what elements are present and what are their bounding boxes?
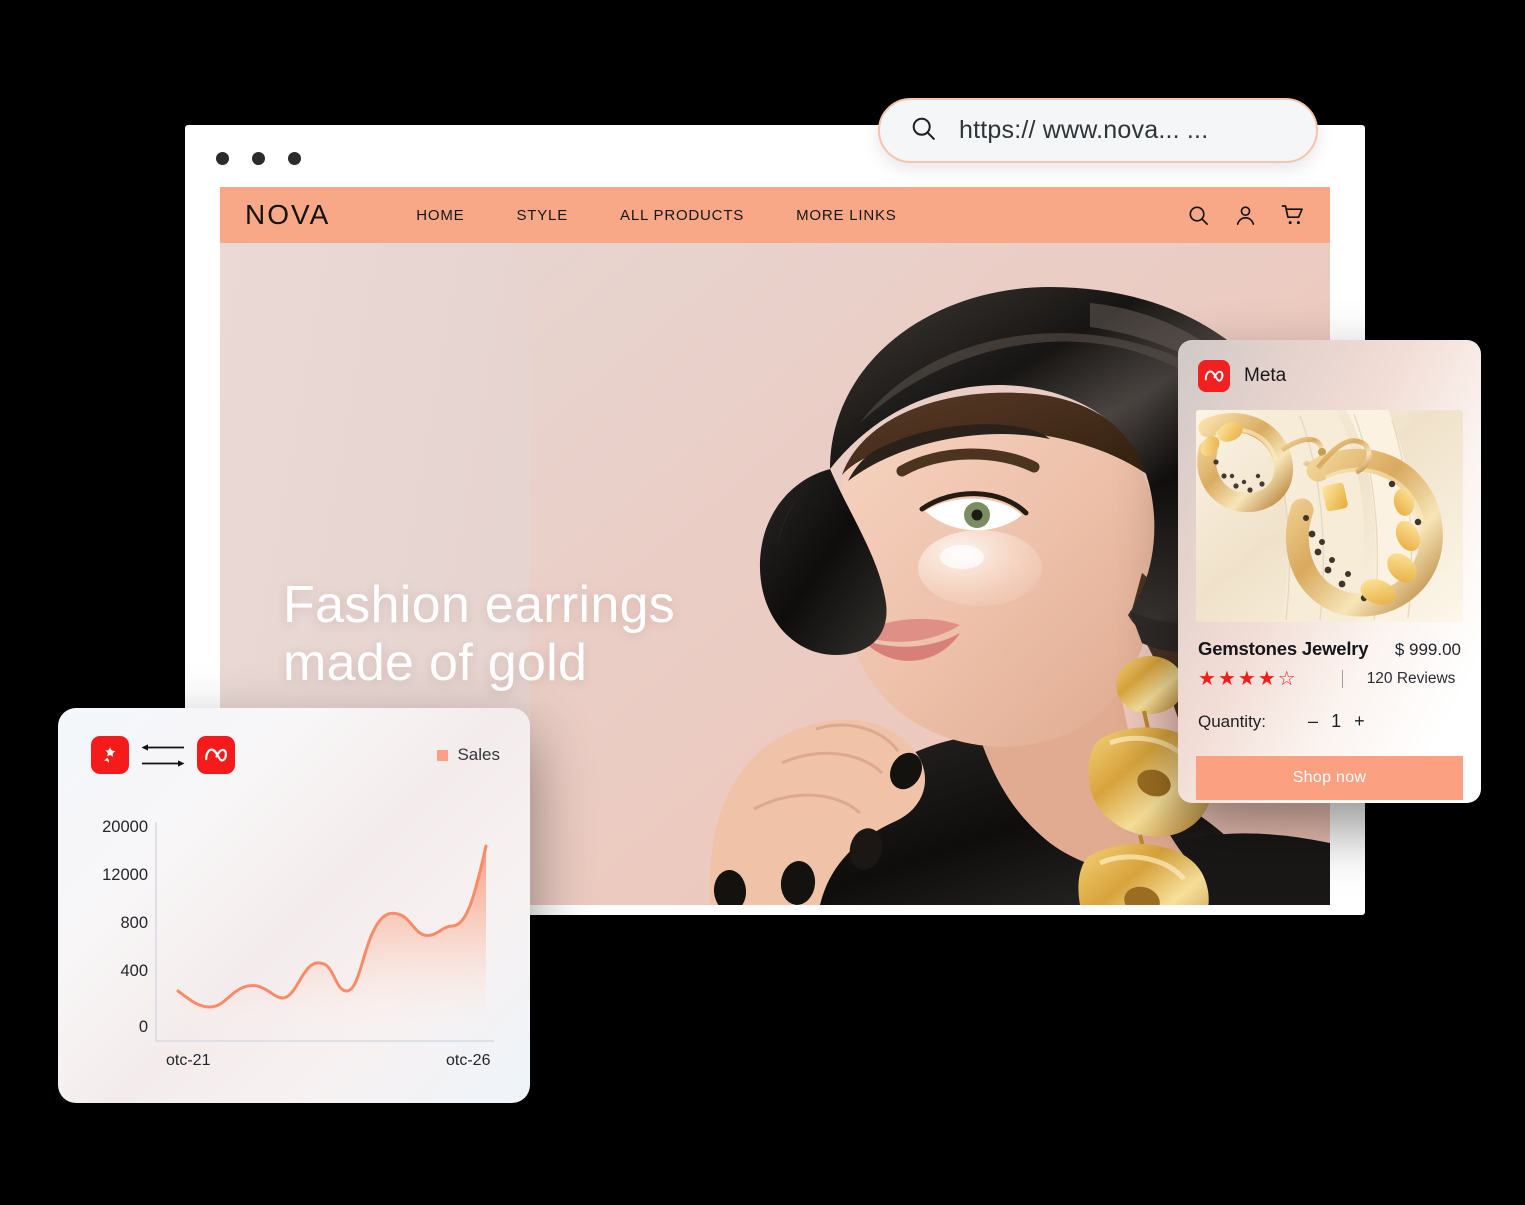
y-tick-label: 20000	[102, 818, 148, 836]
review-count[interactable]: 120 Reviews	[1367, 670, 1456, 688]
window-dot[interactable]	[252, 152, 265, 165]
hero-headline: Fashion earrings made of gold	[283, 576, 675, 692]
rating-divider	[1341, 670, 1343, 688]
cart-icon[interactable]	[1281, 203, 1305, 227]
meta-card-header: Meta	[1178, 340, 1481, 392]
area-fill	[178, 846, 486, 1041]
nav-item-home[interactable]: HOME	[390, 207, 490, 224]
x-tick-label: otc-26	[446, 1052, 491, 1069]
legend-swatch	[437, 749, 449, 761]
nav-item-more-links[interactable]: MORE LINKS	[770, 207, 923, 224]
y-tick-label: 12000	[102, 866, 148, 884]
arrow-left-icon	[141, 743, 184, 751]
product-title: Gemstones Jewelry	[1198, 638, 1369, 659]
legend-label-sales: Sales	[457, 745, 500, 764]
x-tick-label: otc-21	[166, 1052, 211, 1069]
star-rating: ★ ★ ★ ★ ☆	[1198, 669, 1296, 689]
shop-now-button[interactable]: Shop now	[1196, 756, 1463, 800]
quantity-row: Quantity: – 1 +	[1198, 711, 1461, 732]
url-input-value[interactable]: https:// www.nova... ...	[959, 116, 1208, 145]
product-rating-row: ★ ★ ★ ★ ☆ 120 Reviews	[1198, 669, 1461, 689]
nav-icon-group	[1187, 203, 1305, 227]
quantity-stepper[interactable]: – 1 +	[1308, 711, 1365, 732]
window-dot[interactable]	[288, 152, 301, 165]
search-icon[interactable]	[1187, 204, 1210, 227]
hero-headline-line1: Fashion earrings	[283, 576, 676, 634]
meta-source-label: Meta	[1244, 365, 1287, 386]
y-tick-label: 0	[138, 1018, 148, 1036]
window-dot[interactable]	[216, 152, 229, 165]
nav-item-all-products[interactable]: ALL PRODUCTS	[594, 207, 770, 224]
screenshot-stage: NOVA HOME STYLE ALL PRODUCTS MORE LINKS	[0, 0, 1525, 1205]
product-price: $ 999.00	[1394, 640, 1461, 659]
search-icon	[910, 115, 937, 147]
sync-arrows	[141, 743, 185, 768]
product-title-row: Gemstones Jewelry $ 999.00	[1198, 638, 1461, 660]
chart-card-header: Sales	[58, 708, 530, 774]
meta-product-card: Meta Gemstones Jewelry $ 999.00 ★ ★ ★ ★ …	[1178, 340, 1481, 803]
star-empty-icon: ☆	[1277, 668, 1296, 690]
user-icon[interactable]	[1234, 204, 1257, 227]
chart-legend: Sales	[437, 745, 500, 765]
hero-headline-line2: made of gold	[283, 634, 588, 693]
url-bar[interactable]: https:// www.nova... ...	[878, 98, 1318, 163]
y-tick-label: 800	[120, 914, 148, 932]
site-navbar: NOVA HOME STYLE ALL PRODUCTS MORE LINKS	[220, 187, 1330, 243]
product-details: Gemstones Jewelry $ 999.00 ★ ★ ★ ★ ☆ 120…	[1178, 622, 1481, 732]
star-filled-icon: ★	[1198, 668, 1216, 690]
sales-chart-card: Sales 20000 12000 800 400 0 otc-21 otc-2…	[58, 708, 530, 1103]
nav-item-style[interactable]: STYLE	[490, 207, 594, 224]
quantity-decrement-button[interactable]: –	[1308, 711, 1318, 732]
quantity-value: 1	[1331, 711, 1342, 731]
arrow-right-icon	[142, 759, 185, 767]
star-filled-icon: ★	[1257, 668, 1276, 690]
meta-infinity-icon	[1198, 360, 1230, 392]
chart-plot-area: 20000 12000 800 400 0 otc-21 otc-26	[58, 804, 530, 1103]
window-controls[interactable]	[216, 152, 301, 165]
nav-links: HOME STYLE ALL PRODUCTS MORE LINKS	[390, 207, 922, 224]
site-logo[interactable]: NOVA	[245, 199, 330, 231]
quantity-label: Quantity:	[1198, 711, 1267, 731]
quantity-increment-button[interactable]: +	[1354, 711, 1365, 732]
product-image[interactable]	[1196, 410, 1463, 622]
y-tick-label: 400	[120, 962, 148, 980]
shopify-app-icon[interactable]	[91, 736, 129, 774]
star-filled-icon: ★	[1217, 668, 1236, 690]
meta-infinity-icon[interactable]	[197, 736, 235, 774]
star-filled-icon: ★	[1237, 668, 1256, 690]
